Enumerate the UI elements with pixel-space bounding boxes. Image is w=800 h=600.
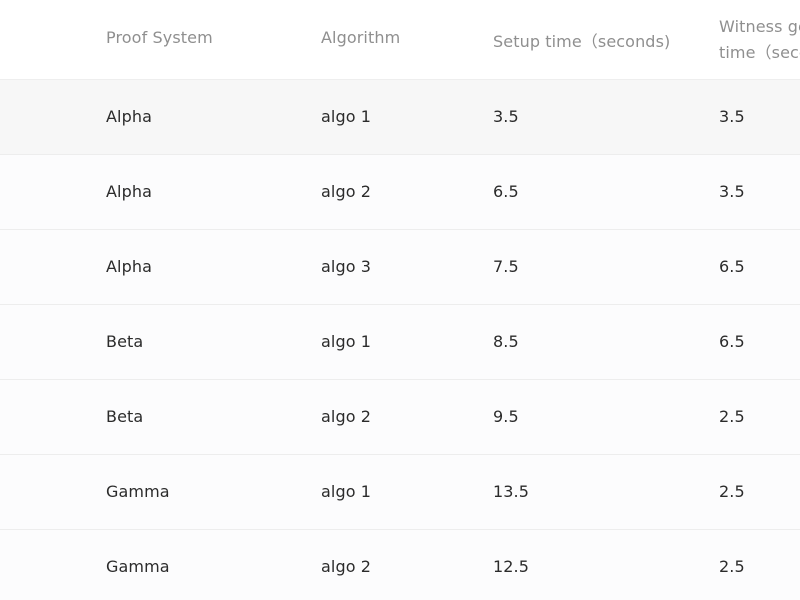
cell-witness-time: 2.5 xyxy=(719,482,745,501)
cell-witness-time: 6.5 xyxy=(719,332,745,351)
cell-setup-time: 3.5 xyxy=(493,107,519,126)
cell-witness-time: 3.5 xyxy=(719,182,745,201)
cell-setup-time: 6.5 xyxy=(493,182,519,201)
cell-algorithm: algo 2 xyxy=(321,182,372,201)
table-row: Gamma algo 1 13.5 2.5 xyxy=(0,455,800,530)
cell-proof-system: Alpha xyxy=(106,182,152,201)
cell-algorithm: algo 2 xyxy=(321,557,372,576)
cell-witness-time: 6.5 xyxy=(719,257,745,276)
cell-algorithm: algo 1 xyxy=(321,332,372,351)
cell-proof-system: Beta xyxy=(106,332,144,351)
benchmark-table: Proof System Algorithm Setup time（second… xyxy=(0,0,800,600)
cell-setup-time: 12.5 xyxy=(493,557,530,576)
cell-witness-time: 3.5 xyxy=(719,107,745,126)
table-row: Alpha algo 2 6.5 3.5 xyxy=(0,155,800,230)
cell-setup-time: 9.5 xyxy=(493,407,519,426)
table-row: Alpha algo 1 3.5 3.5 xyxy=(0,80,800,155)
column-header-proof-system[interactable]: Proof System xyxy=(106,28,213,47)
cell-witness-time: 2.5 xyxy=(719,407,745,426)
column-header-setup-time[interactable]: Setup time（seconds) xyxy=(493,28,670,52)
cell-setup-time: 13.5 xyxy=(493,482,530,501)
cell-algorithm: algo 1 xyxy=(321,482,372,501)
cell-proof-system: Gamma xyxy=(106,557,170,576)
cell-algorithm: algo 2 xyxy=(321,407,372,426)
cell-algorithm: algo 3 xyxy=(321,257,372,276)
cell-proof-system: Alpha xyxy=(106,257,152,276)
table-row: Beta algo 1 8.5 6.5 xyxy=(0,305,800,380)
table-row: Alpha algo 3 7.5 6.5 xyxy=(0,230,800,305)
cell-proof-system: Alpha xyxy=(106,107,152,126)
cell-setup-time: 7.5 xyxy=(493,257,519,276)
column-header-witness-time[interactable]: Witness generation time（seconds) xyxy=(719,14,800,66)
table-row: Gamma algo 2 12.5 2.5 xyxy=(0,530,800,600)
cell-setup-time: 8.5 xyxy=(493,332,519,351)
column-header-algorithm[interactable]: Algorithm xyxy=(321,28,400,47)
table-header-row: Proof System Algorithm Setup time（second… xyxy=(0,0,800,80)
cell-witness-time: 2.5 xyxy=(719,557,745,576)
table-viewport: Proof System Algorithm Setup time（second… xyxy=(0,0,800,600)
table-row: Beta algo 2 9.5 2.5 xyxy=(0,380,800,455)
cell-proof-system: Beta xyxy=(106,407,144,426)
cell-proof-system: Gamma xyxy=(106,482,170,501)
cell-algorithm: algo 1 xyxy=(321,107,372,126)
